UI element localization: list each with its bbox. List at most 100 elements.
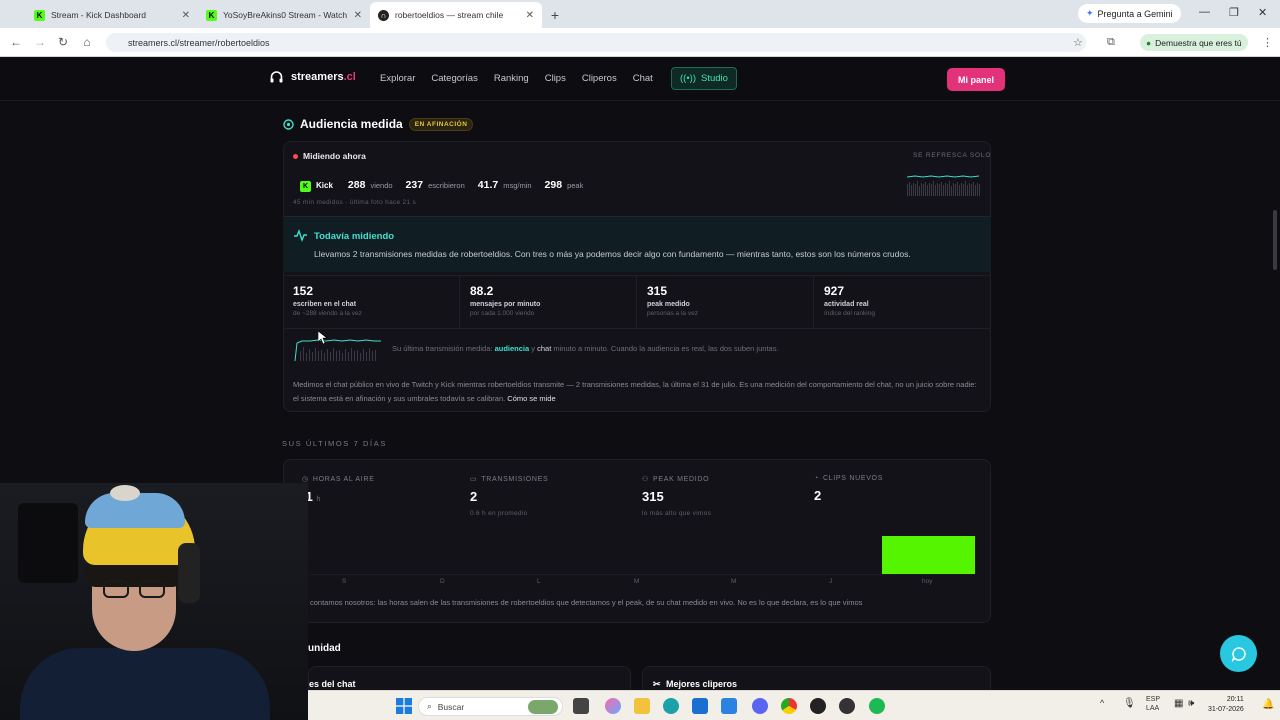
close-icon[interactable]: ✕ xyxy=(526,10,534,21)
week-chart-baseline xyxy=(310,574,975,575)
cliperos-card-title: Mejores cliperos xyxy=(666,679,738,689)
gemini-icon: ✦ xyxy=(1086,8,1094,18)
tab-title: YoSoyBreAkins0 Stream - Watch xyxy=(223,10,348,20)
metric-label: mensajes por minuto xyxy=(470,301,541,308)
browser-tab-kick-dashboard[interactable]: K Stream - Kick Dashboard ✕ xyxy=(26,2,198,28)
new-tab-button[interactable]: + xyxy=(542,2,568,28)
tab-title: robertoeldios — stream chile xyxy=(395,10,504,20)
audience-icon xyxy=(283,118,294,130)
nav-categorias[interactable]: Categorías xyxy=(431,73,477,84)
tray-chevron-icon[interactable]: ^ xyxy=(1100,698,1104,708)
bookmark-star-icon[interactable]: ☆ xyxy=(1073,36,1083,49)
day-label: M xyxy=(634,578,640,585)
metric-value: 315 xyxy=(647,284,668,298)
metric-value: 88.2 xyxy=(470,284,494,298)
audiencia-header: Audiencia medida EN AFINACIÓN xyxy=(283,117,474,131)
minimize-icon[interactable]: — xyxy=(1199,6,1210,18)
metric-value: 927 xyxy=(824,284,845,298)
status-badge: EN AFINACIÓN xyxy=(408,117,474,131)
metric-sub: de ~288 viendo a la vez xyxy=(293,310,362,317)
week-stat-value: 2 xyxy=(814,488,822,503)
microphone xyxy=(18,503,78,583)
close-icon[interactable]: ✕ xyxy=(182,10,190,21)
beanie-pompom xyxy=(110,485,140,501)
browser-tab-robertoeldios[interactable]: ∩ robertoeldios — stream chile ✕ xyxy=(370,2,542,28)
escribieron-value: 237 xyxy=(405,179,424,191)
metric-sub: por cada 1.000 viendo xyxy=(470,310,535,317)
nav-cliperos[interactable]: Cliperos xyxy=(582,73,617,84)
week-stat-label: PEAK MEDIDO xyxy=(652,475,710,483)
obs-icon[interactable] xyxy=(810,698,826,714)
week-note: contamos nosotros: las horas salen de la… xyxy=(310,598,863,607)
reload-icon[interactable]: ↻ xyxy=(51,35,75,49)
browser-tab-yosoy[interactable]: K YoSoyBreAkins0 Stream - Watch ✕ xyxy=(198,2,370,28)
gemini-button[interactable]: ✦ Pregunta a Gemini xyxy=(1078,4,1181,23)
home-icon[interactable]: ⌂ xyxy=(75,35,99,49)
tray-mic-icon[interactable]: 🎙 xyxy=(1123,698,1136,709)
metric-actividad: 927 actividad real índice del ranking xyxy=(824,284,875,317)
lang-label: ESP xyxy=(1146,696,1161,703)
todavia-banner: Todavía midiendo Llevamos 2 transmisione… xyxy=(283,216,991,272)
metric-label: peak medido xyxy=(647,301,690,308)
edge-icon[interactable] xyxy=(663,698,679,714)
store-icon[interactable] xyxy=(692,698,708,714)
webcam-overlay xyxy=(0,483,308,720)
week-stat-label: HORAS AL AIRE xyxy=(312,475,375,483)
mi-panel-button[interactable]: Mi panel xyxy=(947,68,1005,91)
week-stat-sub: 0.6 h en promedio xyxy=(470,510,528,517)
menu-dots-icon[interactable]: ⋮ xyxy=(1262,36,1273,49)
back-icon[interactable]: ← xyxy=(4,35,28,49)
page-scrollbar[interactable] xyxy=(1273,210,1277,270)
outlook-icon[interactable] xyxy=(721,698,737,714)
chat-fab-button[interactable] xyxy=(1220,635,1257,672)
chat-bubble-icon xyxy=(1231,646,1246,662)
chart-note-mid: y xyxy=(531,344,536,353)
notifications-icon[interactable]: 🔔 xyxy=(1262,699,1274,710)
close-icon[interactable]: ✕ xyxy=(354,10,362,21)
nav-explorar[interactable]: Explorar xyxy=(380,73,415,84)
profile-icon: ● xyxy=(1146,37,1152,48)
como-se-mide-link[interactable]: Cómo se mide xyxy=(507,394,555,403)
taskbar-search[interactable]: ⌕ Buscar xyxy=(418,697,563,716)
chrome-icon[interactable] xyxy=(781,698,797,714)
broadcast-icon: ((•)) xyxy=(680,73,696,84)
discord-icon[interactable] xyxy=(752,698,768,714)
nav-clips[interactable]: Clips xyxy=(545,73,566,84)
metric-divider xyxy=(459,275,460,328)
file-explorer-icon[interactable] xyxy=(634,698,650,714)
spotify-icon[interactable] xyxy=(869,698,885,714)
network-icon[interactable]: ▦ xyxy=(1174,698,1183,709)
lang-label-2: LAA xyxy=(1146,705,1160,712)
live-label: Midiendo ahora xyxy=(303,151,366,161)
nav-ranking[interactable]: Ranking xyxy=(494,73,529,84)
extensions-icon[interactable]: ⧉ xyxy=(1107,36,1115,49)
week-stat-clips: ◔ CLIPS NUEVOS 2 xyxy=(814,475,883,503)
week-bar-hoy xyxy=(882,536,975,574)
app-icon[interactable] xyxy=(839,698,855,714)
chat-card-title: es del chat xyxy=(309,679,356,689)
windows-start-icon[interactable] xyxy=(396,698,412,714)
audience-chat-chart xyxy=(294,339,381,362)
forward-icon[interactable]: → xyxy=(28,35,52,49)
taskbar-clock[interactable]: 20:11 31-07-2026 xyxy=(1208,695,1244,715)
search-placeholder: Buscar xyxy=(437,701,465,712)
url-field[interactable]: streamers.cl/streamer/robertoeldios xyxy=(106,33,1086,52)
day-label: J xyxy=(829,578,833,585)
logo-text: streamers xyxy=(291,71,344,83)
copilot-icon[interactable] xyxy=(605,698,621,714)
glasses-right xyxy=(139,580,165,598)
studio-button[interactable]: ((•)) Studio xyxy=(671,67,737,90)
kick-icon: K xyxy=(300,181,311,192)
restore-icon[interactable]: ❐ xyxy=(1229,6,1239,19)
window-close-icon[interactable]: ✕ xyxy=(1258,6,1267,19)
todavia-title: Todavía midiendo xyxy=(314,231,395,242)
tray-lang[interactable]: ESP LAA xyxy=(1146,695,1160,713)
volume-icon[interactable]: 🕪 xyxy=(1188,698,1194,709)
site-header: streamers.cl Explorar Categorías Ranking… xyxy=(0,57,1280,101)
live-indicator: Midiendo ahora xyxy=(293,151,366,161)
nav-chat[interactable]: Chat xyxy=(633,73,653,84)
week-stat-peak: ⚇ PEAK MEDIDO 315 lo más alto que vimos xyxy=(642,475,711,518)
profile-button[interactable]: ● Demuestra que eres tú xyxy=(1140,34,1248,51)
site-logo[interactable]: streamers.cl xyxy=(270,71,356,83)
task-view-icon[interactable] xyxy=(573,698,589,714)
